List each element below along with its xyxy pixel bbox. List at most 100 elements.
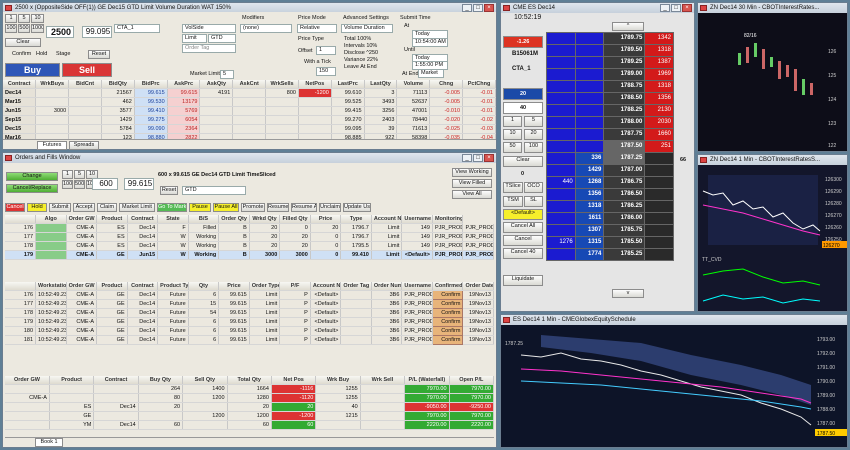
default-account-button[interactable]: <Default> (503, 209, 543, 220)
ladder-row[interactable]: 1318 1786.25 (546, 200, 674, 213)
order-row[interactable]: 178 CME-A ES Dec14 W Working B 20 20 0 1795.5 Limit… (5, 241, 494, 251)
ladder-row[interactable]: 1788.00 2030 (546, 116, 674, 129)
col-sell-qty[interactable]: Sell Qty (182, 376, 228, 385)
ladder-bid-qty[interactable]: 1315 (574, 236, 605, 249)
cancel-all-button[interactable]: Cancel All (503, 222, 543, 233)
tsm-button[interactable]: TSM (503, 196, 523, 207)
ladder-bid-qty[interactable] (574, 44, 605, 57)
ladder-working-bid[interactable] (546, 140, 576, 153)
order-row[interactable]: 177 CME-A ES Dec14 W Working B 20 20 0 1796.7 Limit… (5, 232, 494, 242)
toolbar-resume-button[interactable]: Resume (267, 203, 289, 212)
col-netpos[interactable]: NetPos (298, 80, 332, 89)
ladder-price[interactable]: 1788.25 (603, 104, 646, 117)
ladder-working-bid[interactable] (546, 92, 576, 105)
volside-select[interactable]: VolSide (182, 24, 236, 33)
view-filled-button[interactable]: View Filled (452, 179, 492, 188)
toolbar-market-limit-button[interactable]: Market Limit (119, 203, 155, 212)
orders-tif-select[interactable]: GTD (182, 186, 246, 195)
ladder-ask-qty[interactable] (644, 224, 674, 237)
col-select[interactable] (5, 215, 37, 224)
ladder-row[interactable]: 336 1787.25 (546, 152, 674, 165)
col-price[interactable]: Price (310, 215, 342, 224)
col-contract[interactable]: Contract (93, 376, 139, 385)
clear-button[interactable]: Clear (5, 38, 41, 47)
ladder-ask-qty[interactable] (644, 176, 674, 189)
orders-qty-input[interactable]: 600 (92, 178, 118, 190)
offset-input[interactable]: 1 (316, 46, 336, 55)
ladder-row[interactable]: 1789.50 1318 (546, 44, 674, 57)
toolbar-go-to-market-button[interactable]: Go To Market (157, 203, 187, 212)
oco-button[interactable]: OCO (524, 182, 543, 193)
col-username[interactable]: Username (401, 282, 433, 291)
ladder-bid-qty[interactable] (574, 68, 605, 81)
position-row[interactable]: 264 1400 1664 -1116 1255 7970.00 7970.00 (5, 384, 495, 394)
ladder-row[interactable]: 1787.75 1660 (546, 128, 674, 141)
ladder-price[interactable]: 1786.50 (603, 188, 646, 201)
col-qty[interactable]: Qty (188, 282, 220, 291)
col-askcnt[interactable]: AskCnt (232, 80, 267, 89)
ladder-up-button[interactable]: ^ (612, 22, 644, 31)
ladder-bid-qty[interactable]: 336 (574, 152, 605, 165)
ladder-row[interactable]: 1774 1785.25 (546, 248, 674, 261)
col-bidqty[interactable]: BidQty (101, 80, 135, 89)
table-row[interactable]: Dec15 5784 99.090 2364 99.095 39 71613 -0.025 -0… (3, 124, 496, 134)
ladder-ask-qty[interactable]: 251 (644, 140, 674, 153)
advanced-select[interactable]: Volume Duration (341, 24, 393, 33)
ladder-bid-qty[interactable]: 1268 (574, 176, 605, 189)
ladder-working-bid[interactable] (546, 164, 576, 177)
ladder-bid-qty[interactable] (574, 92, 605, 105)
ladder-working-bid[interactable] (546, 224, 576, 237)
ladder-working-bid[interactable] (546, 152, 576, 165)
price-input[interactable]: 99.095 (82, 26, 112, 38)
col-p-l-waterfall-[interactable]: P/L (Waterfall) (404, 376, 450, 385)
ladder-qty2-display[interactable]: 40 (503, 102, 543, 114)
col-index[interactable] (5, 282, 37, 291)
tif-select[interactable]: GTD (208, 34, 236, 43)
ladder-price[interactable]: 1788.75 (603, 80, 646, 93)
toolbar-unclaim-button[interactable]: Unclaim (319, 203, 341, 212)
position-row[interactable]: YM Dec14 60 60 60 2220.00 2220.00 (5, 420, 495, 430)
reset-button[interactable]: Reset (88, 50, 110, 59)
close-icon[interactable]: × (484, 154, 494, 162)
table-row[interactable]: Dec14 21567 99.615 99.615 4191 800 -1200 99.610… (3, 88, 496, 98)
modifiers-select[interactable]: (none) (240, 24, 292, 33)
orders-reset-button[interactable]: Reset (160, 186, 178, 195)
qty-btn-500[interactable]: 500 (18, 24, 30, 33)
market-limit-label[interactable]: Market Limit (190, 71, 220, 77)
col-wrk-buy[interactable]: Wrk Buy (315, 376, 361, 385)
at-end-select[interactable]: Market (418, 69, 444, 78)
col-price[interactable]: Price (218, 282, 250, 291)
ladder-clear-button[interactable]: Clear (503, 156, 543, 167)
ladder-ask-qty[interactable]: 1342 (644, 32, 674, 45)
ladder-ask-qty[interactable]: 1387 (644, 56, 674, 69)
ladder-bid-qty[interactable] (574, 140, 605, 153)
price-mode-select[interactable]: Relative (297, 24, 337, 33)
exchange-select[interactable]: CTA_1 (114, 24, 160, 33)
qty-input[interactable]: 2500 (46, 26, 74, 38)
fill-row[interactable]: 18110:52:49.231CME-AGEDec14Future699.615… (5, 335, 494, 345)
ladder-working-bid[interactable]: 440 (546, 176, 576, 189)
col-state[interactable]: State (157, 215, 189, 224)
maximize-icon[interactable]: □ (473, 154, 483, 162)
ladder-ask-qty[interactable] (644, 212, 674, 225)
ladder-working-bid[interactable] (546, 104, 576, 117)
col-account-number[interactable]: Account Number (310, 282, 342, 291)
toolbar-promote-button[interactable]: Promote (241, 203, 265, 212)
ord-qty-500[interactable]: 500 (74, 180, 85, 189)
table-row[interactable]: Mar15 462 99.530 13179 99.525 3493 52637 -0.005… (3, 97, 496, 107)
ladder-ask-qty[interactable]: 2130 (644, 104, 674, 117)
ladder-qty-display[interactable]: 20 (503, 88, 543, 100)
ladder-bid-qty[interactable]: 1774 (574, 248, 605, 261)
ladder-row[interactable]: 1789.00 1969 (546, 68, 674, 81)
toolbar-submit-button[interactable]: Submit (49, 203, 71, 212)
ladder-ask-qty[interactable]: 1660 (644, 128, 674, 141)
ladder-qty-1[interactable]: 1 (503, 116, 522, 127)
tick-input[interactable]: 150 (316, 67, 336, 76)
col-account-number[interactable]: Account Number (371, 215, 403, 224)
toolbar-pause-all-button[interactable]: Pause All (213, 203, 239, 212)
qty-btn-1[interactable]: 1 (5, 14, 17, 23)
ladder-bid-qty[interactable]: 1318 (574, 200, 605, 213)
view-all-button[interactable]: View All (452, 190, 492, 199)
market-limit-input[interactable]: 5 (220, 70, 234, 79)
col-askqty[interactable]: AskQty (199, 80, 234, 89)
